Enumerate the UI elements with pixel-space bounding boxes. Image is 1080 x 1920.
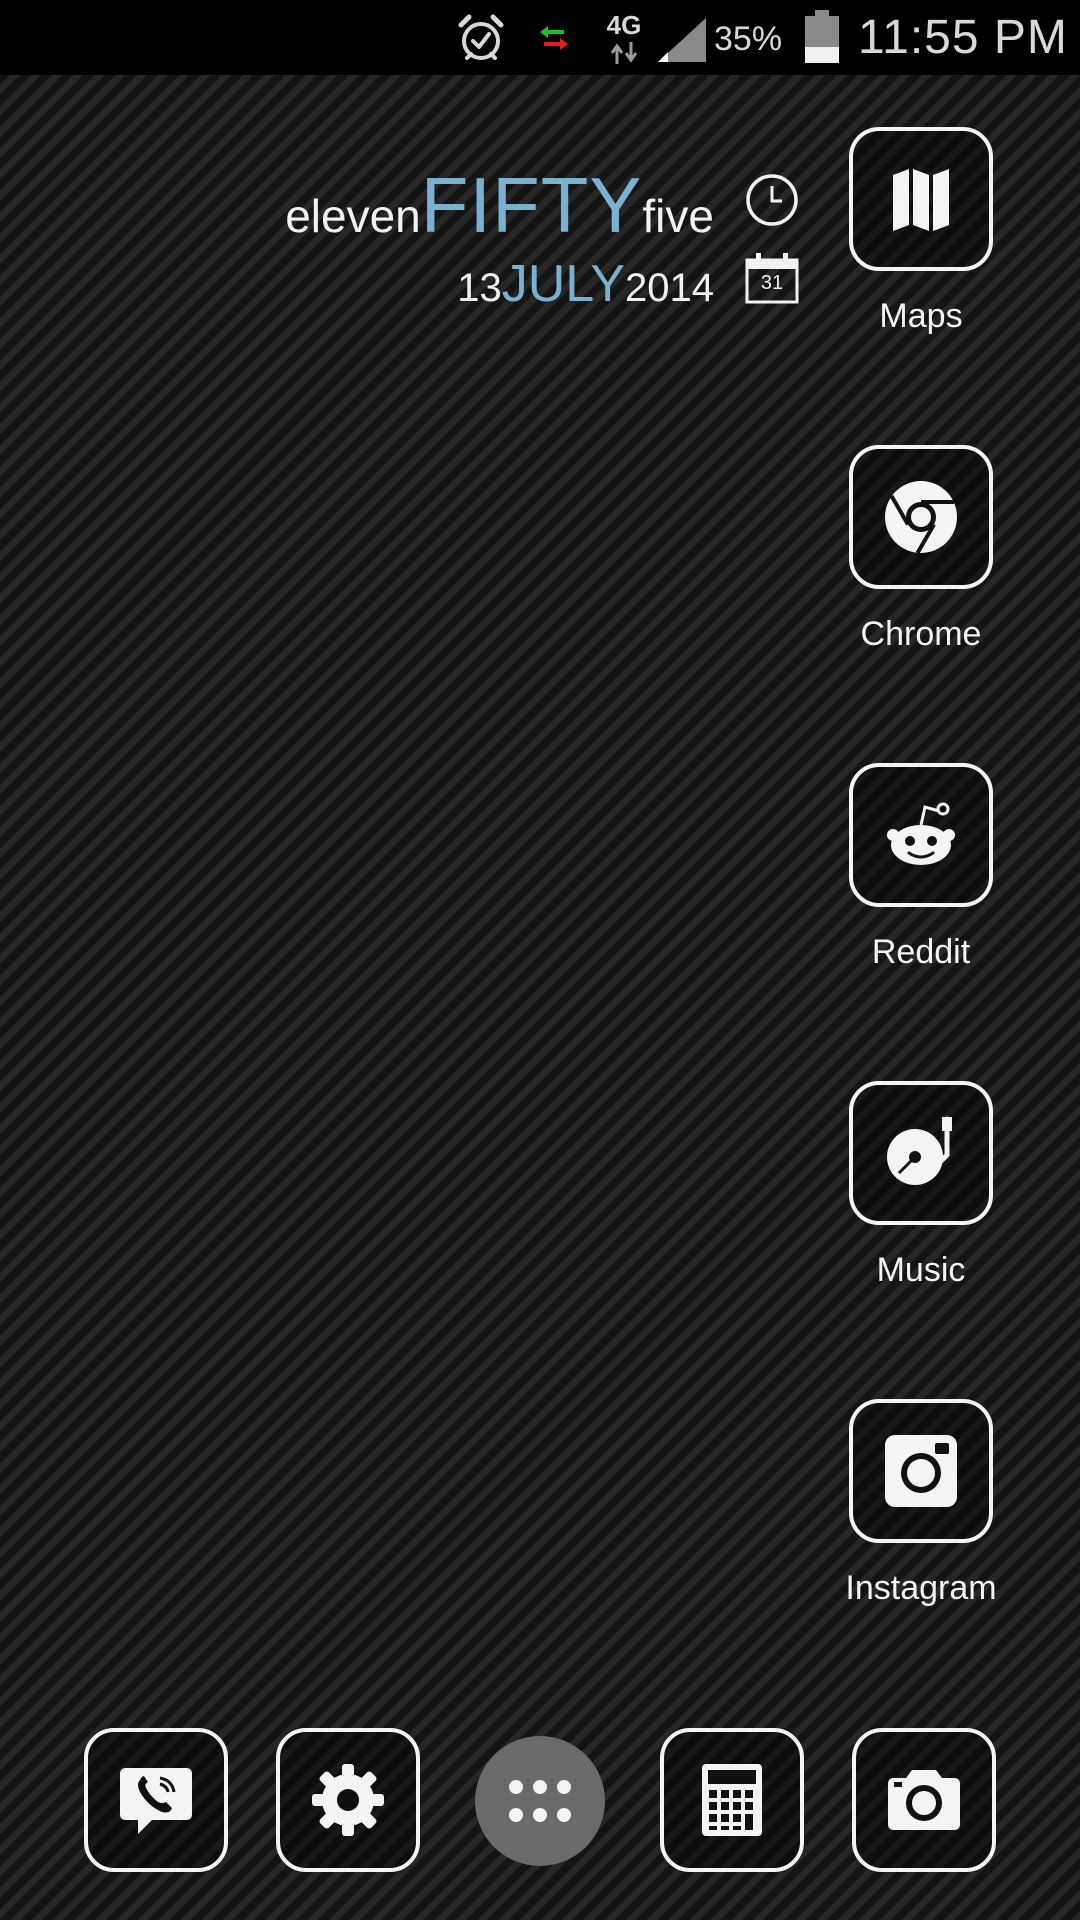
app-label-music: Music [876,1251,966,1289]
turntable-icon [887,1116,952,1185]
status-time: 11:55 PM [858,11,1068,64]
camera-icon [888,1770,960,1830]
date-year: 2014 [625,266,714,310]
calendar-icon-day: 31 [760,272,784,294]
data-activity-arrows-icon [610,42,638,64]
clock-widget[interactable]: elevenFIFTYfive 13JULY2014 31 [180,160,800,320]
calendar-icon: 31 [744,252,800,304]
app-label-maps: Maps [879,297,963,335]
viber-phone-icon [120,1768,192,1834]
app-reddit-tile[interactable] [849,763,993,907]
app-instagram[interactable]: Instagram [845,1399,997,1608]
alarm-clock-icon [458,14,504,60]
instagram-camera-icon [885,1435,957,1507]
dock-viber[interactable] [84,1728,228,1872]
app-maps-tile[interactable] [849,127,993,271]
app-maps[interactable]: Maps [845,127,997,336]
app-chrome-tile[interactable] [849,445,993,589]
home-screen: 4G 35% 11:55 PM elevenFIFTYfive 13JULY20… [0,0,1080,1920]
dock-settings[interactable] [276,1728,420,1872]
hour-word: eleven [285,190,421,242]
calculator-icon [702,1764,762,1836]
dock-camera[interactable] [852,1728,996,1872]
minute-tens-word: FIFTY [420,161,643,249]
date-line: 13JULY2014 [457,254,714,314]
reddit-alien-icon [887,802,955,865]
word-clock: elevenFIFTYfive [285,160,714,251]
date-day: 13 [457,266,502,310]
app-label-reddit: Reddit [871,933,971,971]
battery-percent: 35% [714,20,783,58]
app-music[interactable]: Music [845,1081,997,1290]
data-sync-arrows-icon [540,26,568,50]
app-instagram-tile[interactable] [849,1399,993,1543]
chrome-icon [885,481,957,555]
date-month: JULY [501,255,626,313]
cell-signal-icon [658,18,706,62]
app-label-chrome: Chrome [860,615,982,653]
status-bar: 4G 35% 11:55 PM [0,0,1080,75]
app-drawer-icon [509,1780,571,1822]
map-icon [893,169,949,231]
battery-icon [805,10,839,63]
app-label-instagram: Instagram [845,1569,997,1607]
app-drawer-button[interactable] [475,1736,605,1866]
gear-icon [312,1764,384,1836]
app-chrome[interactable]: Chrome [845,445,997,654]
network-indicator: 4G [600,8,648,68]
clock-icon [746,174,798,226]
network-type-label: 4G [606,10,642,40]
dock-calculator[interactable] [660,1728,804,1872]
minute-ones-word: five [642,190,714,242]
app-reddit[interactable]: Reddit [845,763,997,972]
app-music-tile[interactable] [849,1081,993,1225]
